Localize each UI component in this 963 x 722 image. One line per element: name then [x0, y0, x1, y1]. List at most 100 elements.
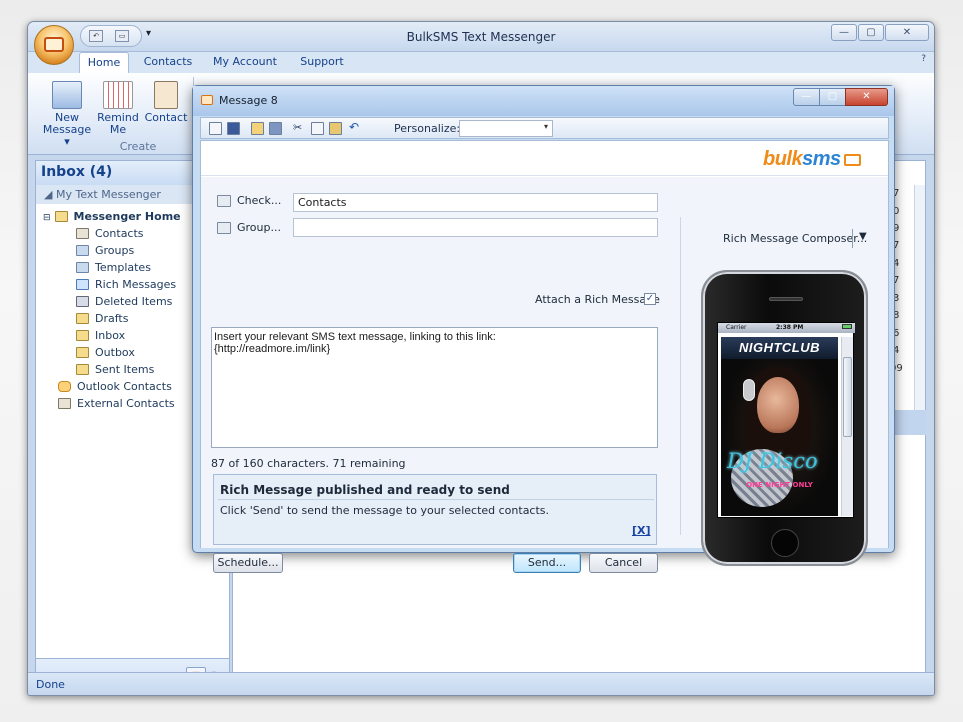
- phone-speaker: [769, 297, 803, 301]
- brand-bar: bulksms: [201, 141, 888, 176]
- app-orb-button[interactable]: [34, 25, 74, 65]
- schedule-button[interactable]: Schedule...: [213, 553, 283, 573]
- notice-close-link[interactable]: [X]: [632, 524, 651, 537]
- tree-item-messenger-home[interactable]: ⊟ Messenger Home: [43, 210, 181, 223]
- status-bar: Done: [28, 672, 934, 695]
- templates-icon: [76, 262, 89, 273]
- collapse-icon[interactable]: ⊟: [43, 213, 51, 223]
- attach-rich-message-checkbox[interactable]: ✓: [644, 293, 656, 305]
- headphones-icon: [743, 379, 755, 401]
- external-contacts-icon: [58, 398, 71, 409]
- phone-screen: Carrier 2:38 PM NIGHTCLUB DJ Disco ONE N…: [717, 322, 855, 518]
- address-book-icon[interactable]: [217, 222, 231, 234]
- message-textarea[interactable]: Insert your relevant SMS text message, l…: [211, 327, 658, 448]
- panel-divider: [680, 217, 681, 535]
- dialog-title-bar: Message 8 — ▢ ✕: [193, 86, 894, 116]
- battery-icon: [842, 324, 852, 329]
- character-count: 87 of 160 characters. 71 remaining: [211, 457, 406, 470]
- save-icon[interactable]: [227, 122, 240, 135]
- flyer-subtitle: ONE NIGHT ONLY: [746, 481, 813, 489]
- phone-scroll-thumb[interactable]: [843, 357, 852, 437]
- rich-messages-icon: [76, 279, 89, 290]
- tree-item-drafts[interactable]: Drafts: [76, 312, 128, 325]
- cut-icon[interactable]: ✂: [293, 122, 306, 135]
- tree-item-outlook-contacts[interactable]: Outlook Contacts: [58, 380, 172, 393]
- qat-customize-icon[interactable]: ▾: [146, 28, 151, 39]
- contact-button[interactable]: Contact: [142, 81, 190, 124]
- tree-item-contacts[interactable]: Contacts: [76, 227, 144, 240]
- send-button[interactable]: Send...: [513, 553, 581, 573]
- undo-icon[interactable]: ↶: [89, 30, 103, 42]
- phone-status-bar: Carrier 2:38 PM: [718, 323, 855, 333]
- tab-home[interactable]: Home: [79, 52, 129, 74]
- tree-item-sent-items[interactable]: Sent Items: [76, 363, 154, 376]
- calendar-icon: [103, 81, 133, 109]
- tree-item-inbox[interactable]: Inbox: [76, 329, 125, 342]
- phone-scrollbar[interactable]: [841, 337, 853, 516]
- minimize-button[interactable]: —: [831, 24, 857, 41]
- new-message-button[interactable]: New Message ▾: [40, 81, 94, 148]
- notice-text: Click 'Send' to send the message to your…: [220, 504, 550, 517]
- paste-icon[interactable]: [329, 122, 342, 135]
- dialog-maximize-button[interactable]: ▢: [819, 88, 846, 106]
- phone-home-button: [771, 529, 799, 557]
- check-button[interactable]: Check...: [237, 194, 281, 207]
- folder-icon: [54, 211, 68, 222]
- outlook-icon: [58, 381, 71, 392]
- sent-items-icon: [76, 364, 89, 375]
- envelope-icon: [843, 154, 861, 166]
- notice-divider: [218, 499, 654, 500]
- main-scrollbar[interactable]: [914, 185, 925, 410]
- flyer-title: NIGHTCLUB: [738, 340, 821, 355]
- address-book-icon[interactable]: [217, 195, 231, 207]
- personalize-dropdown[interactable]: ▾: [459, 120, 553, 137]
- contacts-icon: [76, 228, 89, 239]
- tree-item-external-contacts[interactable]: External Contacts: [58, 397, 175, 410]
- envelope-icon: [201, 95, 213, 105]
- phone-time: 2:38 PM: [776, 324, 804, 331]
- contact-card-icon: [154, 81, 178, 109]
- flyer-header: NIGHTCLUB: [721, 337, 838, 359]
- phone-carrier: Carrier: [726, 324, 747, 331]
- drafts-icon: [76, 313, 89, 324]
- rich-message-flyer: NIGHTCLUB DJ Disco ONE NIGHT ONLY: [721, 337, 838, 516]
- tab-contacts[interactable]: Contacts: [138, 52, 198, 74]
- attach-rich-message-label: Attach a Rich Message: [535, 293, 660, 306]
- groups-icon: [76, 245, 89, 256]
- undo-icon[interactable]: ↶: [349, 121, 362, 135]
- compose-form: Check... Contacts Group... Attach a Rich…: [201, 177, 888, 573]
- window-title: BulkSMS Text Messenger: [406, 30, 556, 44]
- save-all-icon[interactable]: [269, 122, 282, 135]
- dialog-body: bulksms Check... Contacts Group... Attac…: [200, 140, 889, 573]
- tree-item-outbox[interactable]: Outbox: [76, 346, 135, 359]
- chevron-down-icon[interactable]: ▼: [859, 231, 867, 242]
- envelope-icon: [44, 37, 64, 52]
- cancel-button[interactable]: Cancel: [589, 553, 658, 573]
- publish-notice: Rich Message published and ready to send…: [213, 474, 657, 545]
- close-button[interactable]: ✕: [885, 24, 929, 41]
- remind-me-button[interactable]: Remind Me: [96, 81, 140, 136]
- dialog-close-button[interactable]: ✕: [845, 88, 888, 106]
- tree-item-rich-messages[interactable]: Rich Messages: [76, 278, 176, 291]
- flyer-face: [757, 377, 799, 433]
- rich-message-composer-link[interactable]: Rich Message Composer...: [723, 232, 867, 245]
- maximize-button[interactable]: ▢: [858, 24, 884, 41]
- contacts-field[interactable]: Contacts: [293, 193, 658, 212]
- open-icon[interactable]: [251, 122, 264, 135]
- new-icon[interactable]: [209, 122, 222, 135]
- tree-item-groups[interactable]: Groups: [76, 244, 134, 257]
- notice-title: Rich Message published and ready to send: [220, 483, 510, 497]
- copy-icon[interactable]: [311, 122, 324, 135]
- help-icon[interactable]: ?: [921, 54, 926, 64]
- dialog-minimize-button[interactable]: —: [793, 88, 820, 106]
- tab-support[interactable]: Support: [294, 52, 350, 74]
- quick-access-toolbar: ↶ ▭: [80, 25, 142, 47]
- new-message-icon: [52, 81, 82, 109]
- group-field[interactable]: [293, 218, 658, 237]
- folder-icon[interactable]: ▭: [115, 30, 129, 42]
- group-button[interactable]: Group...: [237, 221, 281, 234]
- tree-item-deleted-items[interactable]: Deleted Items: [76, 295, 172, 308]
- tree-item-templates[interactable]: Templates: [76, 261, 151, 274]
- message-dialog: Message 8 — ▢ ✕ ✂ ↶ Personalize: ▾ bulks…: [192, 85, 895, 573]
- tab-my-account[interactable]: My Account: [210, 52, 280, 74]
